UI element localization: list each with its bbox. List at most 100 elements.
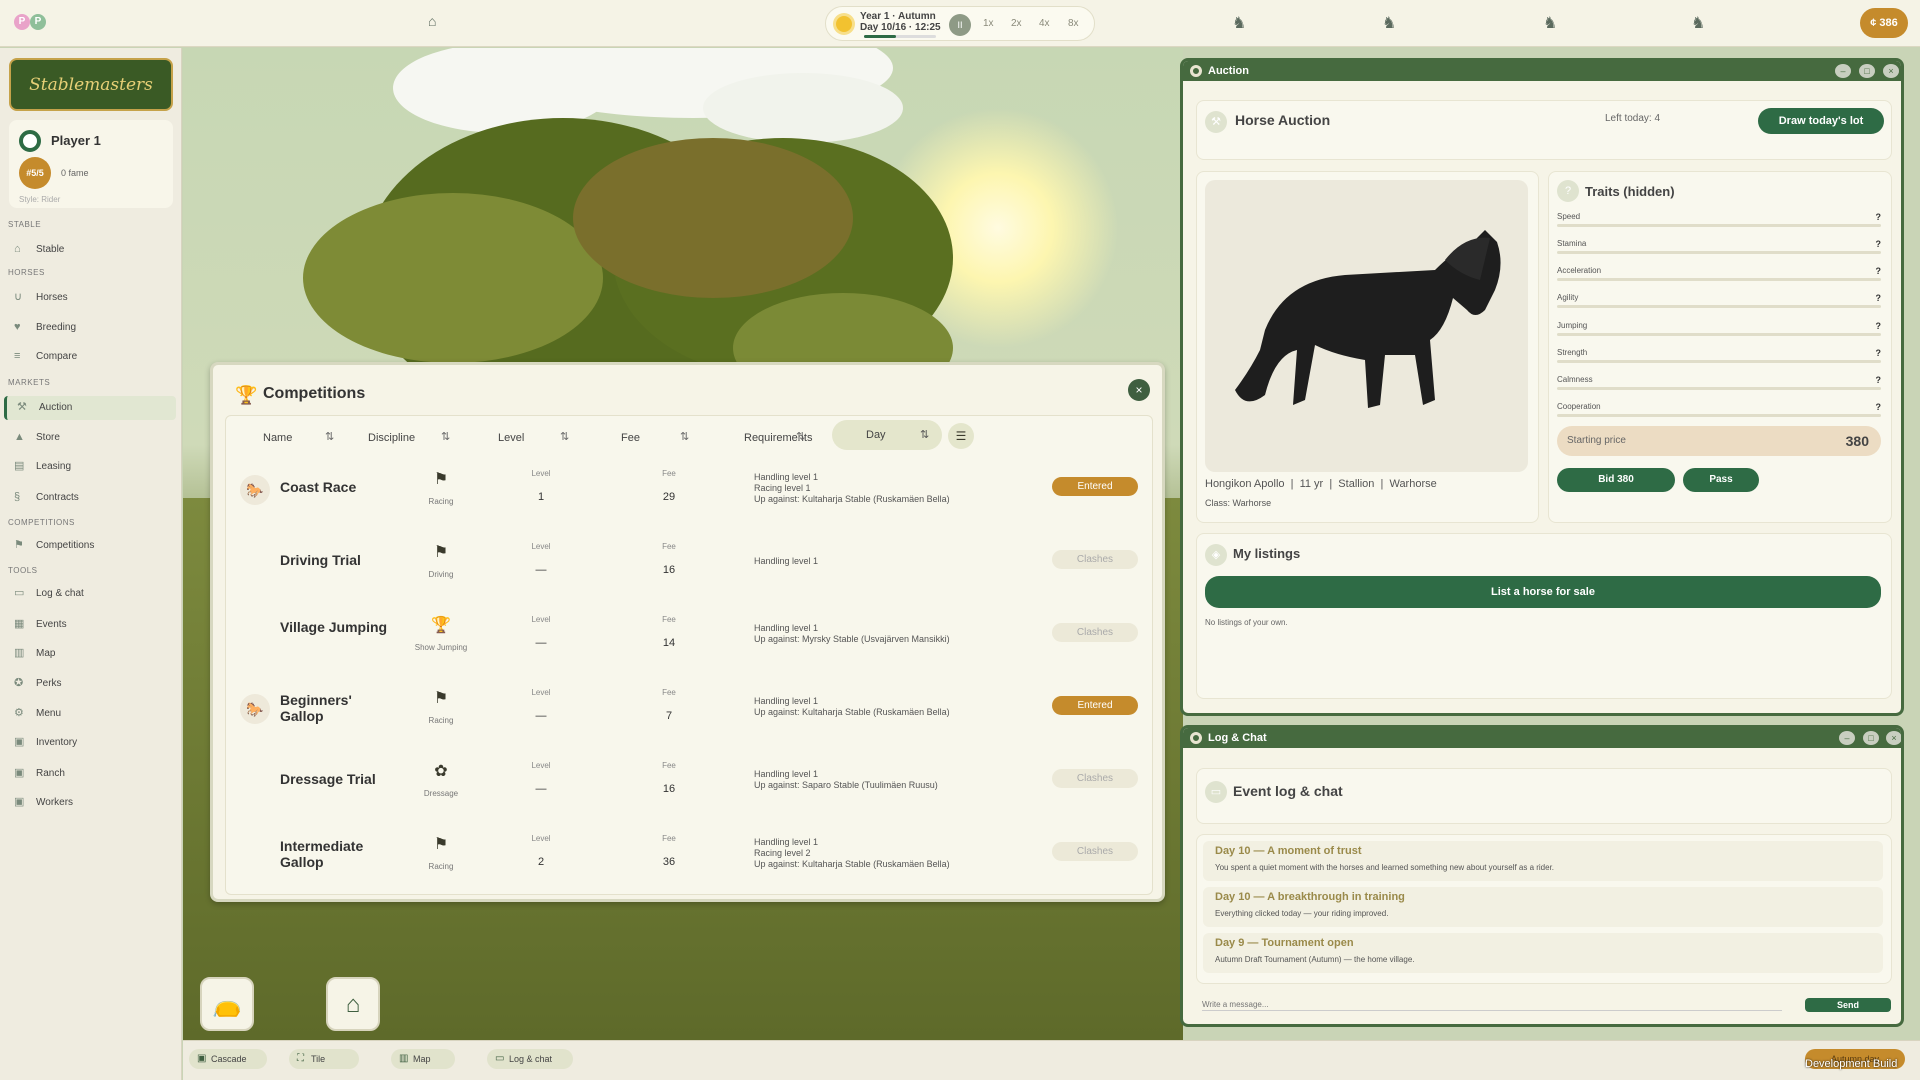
pause-button[interactable]: II [949, 14, 971, 36]
sidebar-item-inventory[interactable]: ▣ Inventory [4, 731, 176, 755]
trait-value: ? [1875, 402, 1882, 412]
table-row[interactable]: 🐎 Coast Race ⚑ Racing Level 1 Fee 29 Han… [226, 461, 1152, 534]
speed-8x-button[interactable]: 8x [1068, 18, 1079, 29]
draw-lot-button[interactable]: Draw today's lot [1758, 108, 1884, 134]
sidebar-item-auction[interactable]: ⚒ Auction [4, 396, 176, 420]
trait-value: ? [1875, 239, 1882, 249]
table-row[interactable]: Village Jumping 🏆 Show Jumping Level — F… [226, 607, 1152, 680]
contract-icon: § [14, 491, 21, 503]
clashes-button[interactable]: Clashes [1052, 842, 1138, 861]
column-header-day[interactable]: Day ⇅ [832, 420, 942, 450]
sidebar-item-map[interactable]: ▥ Map [4, 642, 176, 666]
horse-avatar: 🐎 [240, 694, 270, 724]
horseshoe-icon: ∪ [14, 291, 23, 303]
requirements: Handling level 1 Up against: Myrsky Stabl… [754, 623, 950, 645]
sidebar-item-stable[interactable]: ⌂ Stable [4, 238, 176, 262]
window-titlebar[interactable]: Auction – □ × [1183, 61, 1901, 81]
left-today-label: Left today: 4 [1605, 113, 1661, 124]
sidebar-item-menu[interactable]: ⚙ Menu [4, 702, 176, 726]
competition-name: Intermediate Gallop [280, 838, 364, 870]
horse-slot-icon[interactable]: ♞ [1543, 13, 1557, 33]
sidebar-item-horses[interactable]: ∪ Horses [4, 286, 176, 310]
column-header-discipline[interactable]: Discipline [368, 432, 415, 444]
player-card[interactable]: Player 1 #5/5 0 fame Style: Rider [9, 120, 173, 208]
sort-icon[interactable]: ⇅ [680, 430, 689, 443]
sort-icon[interactable]: ⇅ [325, 430, 334, 443]
send-button[interactable]: Send [1805, 998, 1891, 1012]
minimize-button[interactable]: – [1839, 731, 1855, 745]
pass-button[interactable]: Pass [1683, 468, 1759, 492]
list-horse-button[interactable]: List a horse for sale [1205, 576, 1881, 608]
maximize-button[interactable]: □ [1859, 64, 1875, 78]
speed-2x-button[interactable]: 2x [1011, 18, 1022, 29]
sidebar-item-contracts[interactable]: § Contracts [4, 486, 176, 510]
barn-icon: ⌂ [14, 243, 21, 255]
sidebar-item-ranch[interactable]: ▣ Ranch [4, 762, 176, 786]
section-stable: STABLE [8, 220, 42, 229]
stable-button[interactable]: ⌂ [326, 977, 380, 1031]
column-header-name[interactable]: Name [263, 432, 292, 444]
sidebar-item-compare[interactable]: ≡ Compare [4, 345, 176, 369]
column-header-level[interactable]: Level [498, 432, 524, 444]
section-tools: TOOLS [8, 566, 38, 575]
discipline-label: Racing [428, 862, 454, 871]
cascade-button[interactable]: ▣ Cascade [189, 1049, 267, 1069]
tile-button[interactable]: ⛶ Tile [289, 1049, 359, 1069]
window-title: Auction [1208, 65, 1249, 77]
sort-icon[interactable]: ⇅ [441, 430, 450, 443]
clashes-button[interactable]: Clashes [1052, 550, 1138, 569]
clashes-button[interactable]: Clashes [1052, 623, 1138, 642]
level-value: 2 [537, 856, 545, 868]
sort-options-button[interactable]: ☰ [948, 423, 974, 449]
table-row[interactable]: Driving Trial ⚑ Driving Level — Fee 16 H… [226, 534, 1152, 607]
section-horses: HORSES [8, 268, 45, 277]
column-header-fee[interactable]: Fee [621, 432, 640, 444]
speed-1x-button[interactable]: 1x [983, 18, 994, 29]
sidebar-item-log[interactable]: ▭ Log & chat [4, 582, 176, 606]
sidebar-item-perks[interactable]: ✪ Perks [4, 672, 176, 696]
profile-badge-p2[interactable]: P [30, 14, 46, 30]
trait-name: Strength [1557, 348, 1588, 357]
chat-icon: ▭ [1205, 781, 1227, 803]
entered-button[interactable]: Entered [1052, 696, 1138, 715]
money-counter[interactable]: ¢ 386 [1860, 8, 1908, 38]
close-button[interactable]: × [1128, 379, 1150, 401]
horse-slot-icon[interactable]: ♞ [1232, 13, 1246, 33]
sidebar-item-workers[interactable]: ▣ Workers [4, 791, 176, 815]
message-input[interactable] [1202, 999, 1782, 1011]
table-row[interactable]: Intermediate Gallop ⚑ Racing Level 2 Fee… [226, 826, 1152, 894]
money-bag-button[interactable]: 👝 [200, 977, 254, 1031]
clashes-button[interactable]: Clashes [1052, 769, 1138, 788]
minimize-button[interactable]: – [1835, 64, 1851, 78]
entered-button[interactable]: Entered [1052, 477, 1138, 496]
game-logo: Stablemasters [9, 58, 173, 111]
rosette-icon: ✿ [434, 763, 448, 780]
table-row[interactable]: Dressage Trial ✿ Dressage Level — Fee 16… [226, 753, 1152, 826]
maximize-button[interactable]: □ [1863, 731, 1879, 745]
map-button[interactable]: ▥ Map [391, 1049, 455, 1069]
log-entries[interactable]: Day 10 — A moment of trust You spent a qu… [1196, 834, 1892, 984]
competition-name: Village Jumping [280, 619, 388, 635]
horse-slot-icon[interactable]: ♞ [1691, 13, 1705, 33]
profile-badge-p[interactable]: P [14, 14, 30, 30]
sidebar-item-store[interactable]: ▲ Store [4, 426, 176, 450]
sort-icon[interactable]: ⇅ [560, 430, 569, 443]
section-markets: MARKETS [8, 378, 51, 387]
speed-4x-button[interactable]: 4x [1039, 18, 1050, 29]
sidebar-item-leasing[interactable]: ▤ Leasing [4, 455, 176, 479]
trait-value: ? [1875, 293, 1882, 303]
sidebar-item-competitions[interactable]: ⚑ Competitions [4, 534, 176, 558]
sort-icon[interactable]: ⇅ [796, 430, 805, 443]
bid-button[interactable]: Bid 380 [1557, 468, 1675, 492]
stable-home-icon[interactable]: ⌂ [428, 13, 436, 29]
close-button[interactable]: × [1883, 64, 1899, 78]
table-row[interactable]: 🐎 Beginners' Gallop ⚑ Racing Level — Fee… [226, 680, 1152, 753]
competitions-window: 🏆 Competitions × Name ⇅ Discipline ⇅ Lev… [210, 362, 1165, 902]
window-titlebar[interactable]: Log & Chat – □ × [1183, 728, 1901, 748]
sidebar-item-breeding[interactable]: ♥ Breeding [4, 316, 176, 340]
horse-slot-icon[interactable]: ♞ [1382, 13, 1396, 33]
horse-portrait [1205, 180, 1528, 472]
log-chat-button[interactable]: ▭ Log & chat [487, 1049, 573, 1069]
close-button[interactable]: × [1886, 731, 1901, 745]
sidebar-item-events[interactable]: ▦ Events [4, 613, 176, 637]
